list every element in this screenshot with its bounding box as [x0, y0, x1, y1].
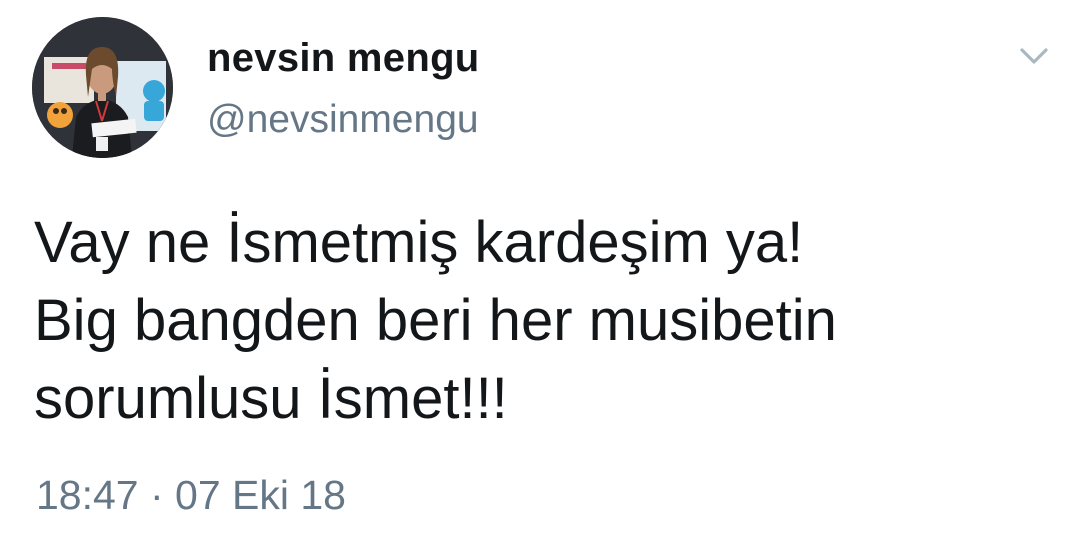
avatar-photo — [32, 17, 173, 158]
author-display-name[interactable]: nevsin mengu — [207, 36, 480, 81]
author-handle[interactable]: @nevsinmengu — [207, 98, 479, 142]
avatar[interactable] — [32, 17, 173, 158]
tweet-timestamp[interactable]: 18:47 · 07 Eki 18 — [36, 472, 346, 519]
tweet-text: Vay ne İsmetmiş kardeşim ya! Big bangden… — [34, 204, 1044, 438]
tweet-line: Vay ne İsmetmiş kardeşim ya! — [34, 210, 804, 275]
tweet-line: Big bangden beri her musibetin — [34, 288, 837, 353]
tweet-line: sorumlusu İsmet!!! — [34, 366, 508, 431]
chevron-down-icon[interactable] — [1016, 42, 1052, 72]
